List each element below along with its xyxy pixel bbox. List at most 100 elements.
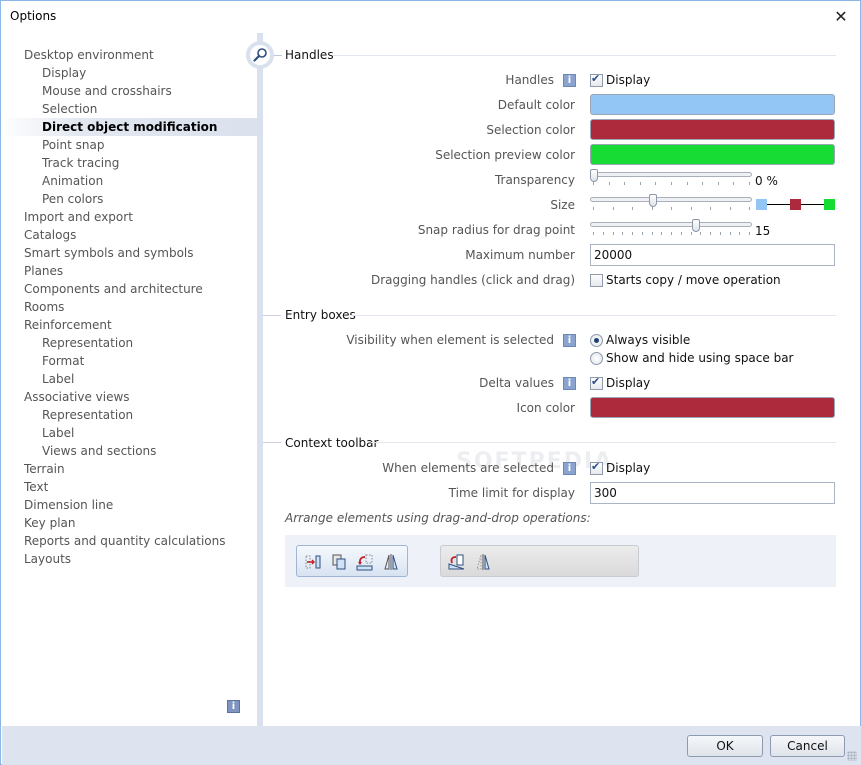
nav-item[interactable]: Point snap [1, 136, 257, 154]
mirror-copy-tool-button[interactable] [473, 552, 493, 572]
rotate-copy-tool-button[interactable] [355, 552, 375, 572]
always-visible-label[interactable]: Always visible [606, 331, 690, 349]
max-number-input[interactable] [590, 244, 835, 266]
nav-item[interactable]: Dimension line [1, 496, 257, 514]
title-bar: Options ✕ [1, 1, 860, 33]
nav-item[interactable]: Representation [1, 406, 257, 424]
nav-item[interactable]: Format [1, 352, 257, 370]
nav-item[interactable]: Catalogs [1, 226, 257, 244]
nav-item[interactable]: Planes [1, 262, 257, 280]
space-bar-toggle-radio[interactable] [590, 352, 603, 365]
nav-item[interactable]: Terrain [1, 460, 257, 478]
nav-item[interactable]: Selection [1, 100, 257, 118]
search-icon [253, 48, 267, 62]
snap-radius-slider[interactable] [590, 219, 752, 237]
info-icon[interactable]: i [563, 377, 576, 390]
starts-copy-move-label[interactable]: Starts copy / move operation [606, 271, 781, 289]
slider-tick [593, 182, 594, 185]
nav-item[interactable]: Smart symbols and symbols [1, 244, 257, 262]
nav-item[interactable]: Label [1, 370, 257, 388]
resize-grip[interactable] [847, 751, 857, 761]
icon-color-picker[interactable] [590, 397, 835, 418]
nav-item[interactable]: Track tracing [1, 154, 257, 172]
ok-button[interactable]: OK [687, 735, 763, 757]
slider-thumb[interactable] [649, 194, 657, 207]
nav-item[interactable]: Direct object modification [1, 118, 257, 136]
slider-thumb[interactable] [590, 169, 598, 182]
close-button[interactable]: ✕ [830, 6, 852, 28]
nav-item[interactable]: Reports and quantity calculations [1, 532, 257, 550]
nav-item[interactable]: Associative views [1, 388, 257, 406]
transparency-slider[interactable] [590, 169, 752, 187]
nav-item[interactable]: Import and export [1, 208, 257, 226]
nav-item[interactable]: Pen colors [1, 190, 257, 208]
slider-tick [613, 207, 614, 210]
nav-item[interactable]: Layouts [1, 550, 257, 568]
info-icon[interactable]: i [563, 334, 576, 347]
nav-item[interactable]: Representation [1, 334, 257, 352]
slider-tick [624, 182, 625, 185]
mirror-tool-button[interactable] [381, 552, 401, 572]
nav-item[interactable]: Label [1, 424, 257, 442]
slider-tick [671, 232, 672, 235]
move-icon [305, 555, 321, 569]
info-icon[interactable]: i [563, 462, 576, 475]
nav-item[interactable]: Text [1, 478, 257, 496]
default-color-picker[interactable] [590, 94, 835, 115]
delta-display-label[interactable]: Display [606, 374, 650, 392]
info-icon[interactable]: i [563, 74, 576, 87]
slider-tick [710, 232, 711, 235]
always-visible-radio[interactable] [590, 334, 603, 347]
slider-tick [671, 207, 672, 210]
info-icon[interactable]: i [227, 700, 240, 713]
handles-display-checkbox[interactable] [590, 72, 603, 87]
slider-rail [590, 222, 752, 227]
nav-item[interactable]: Key plan [1, 514, 257, 532]
size-slider[interactable] [590, 194, 752, 212]
slider-tick [691, 232, 692, 235]
snap-radius-label: Snap radius for drag point [417, 223, 575, 237]
selection-preview-color-picker[interactable] [590, 144, 835, 165]
handles-label: Handles [505, 73, 554, 87]
entry-boxes-section-title: Entry boxes [285, 308, 356, 322]
slider-tick [609, 182, 610, 185]
nav-item[interactable]: Reinforcement [1, 316, 257, 334]
nav-item[interactable]: Components and architecture [1, 280, 257, 298]
window-title: Options [10, 9, 57, 23]
nav-item[interactable]: Views and sections [1, 442, 257, 460]
context-display-checkbox[interactable] [590, 460, 603, 475]
space-bar-toggle-label[interactable]: Show and hide using space bar [606, 349, 794, 367]
nav-item[interactable]: Display [1, 64, 257, 82]
copy-tool-button[interactable] [330, 552, 350, 572]
options-dialog: Options ✕ Desktop environment Display Mous… [0, 0, 861, 765]
slider-tick [720, 232, 721, 235]
nav-item[interactable]: Mouse and crosshairs [1, 82, 257, 100]
starts-copy-move-checkbox[interactable] [590, 274, 603, 287]
slider-tick [613, 232, 614, 235]
time-limit-input[interactable] [590, 482, 835, 504]
search-button[interactable] [246, 41, 274, 69]
nav-item[interactable]: Rooms [1, 298, 257, 316]
default-color-handle-preview [756, 199, 767, 210]
handles-display-label[interactable]: Display [606, 71, 650, 89]
slider-rail [590, 172, 752, 177]
nav-item[interactable]: Desktop environment [1, 46, 257, 64]
mirror-copy-icon [476, 554, 490, 570]
copy-icon [332, 554, 346, 570]
slider-tick [655, 182, 656, 185]
nav-divider-track [257, 33, 263, 726]
selection-color-picker[interactable] [590, 119, 835, 140]
context-display-label[interactable]: Display [606, 459, 650, 477]
drag-drop-hint: Arrange elements using drag-and-drop ope… [285, 511, 591, 525]
move-tool-button[interactable] [304, 552, 324, 572]
modify-icon [448, 554, 465, 570]
slider-thumb[interactable] [692, 219, 700, 232]
section-connector [263, 442, 281, 443]
modify-tool-button[interactable] [447, 552, 467, 572]
delta-display-checkbox[interactable] [590, 375, 603, 390]
section-rule [351, 315, 836, 316]
snap-radius-value: 15 [755, 224, 771, 238]
cancel-button[interactable]: Cancel [770, 735, 845, 757]
nav-item[interactable]: Animation [1, 172, 257, 190]
slider-tick [671, 182, 672, 185]
